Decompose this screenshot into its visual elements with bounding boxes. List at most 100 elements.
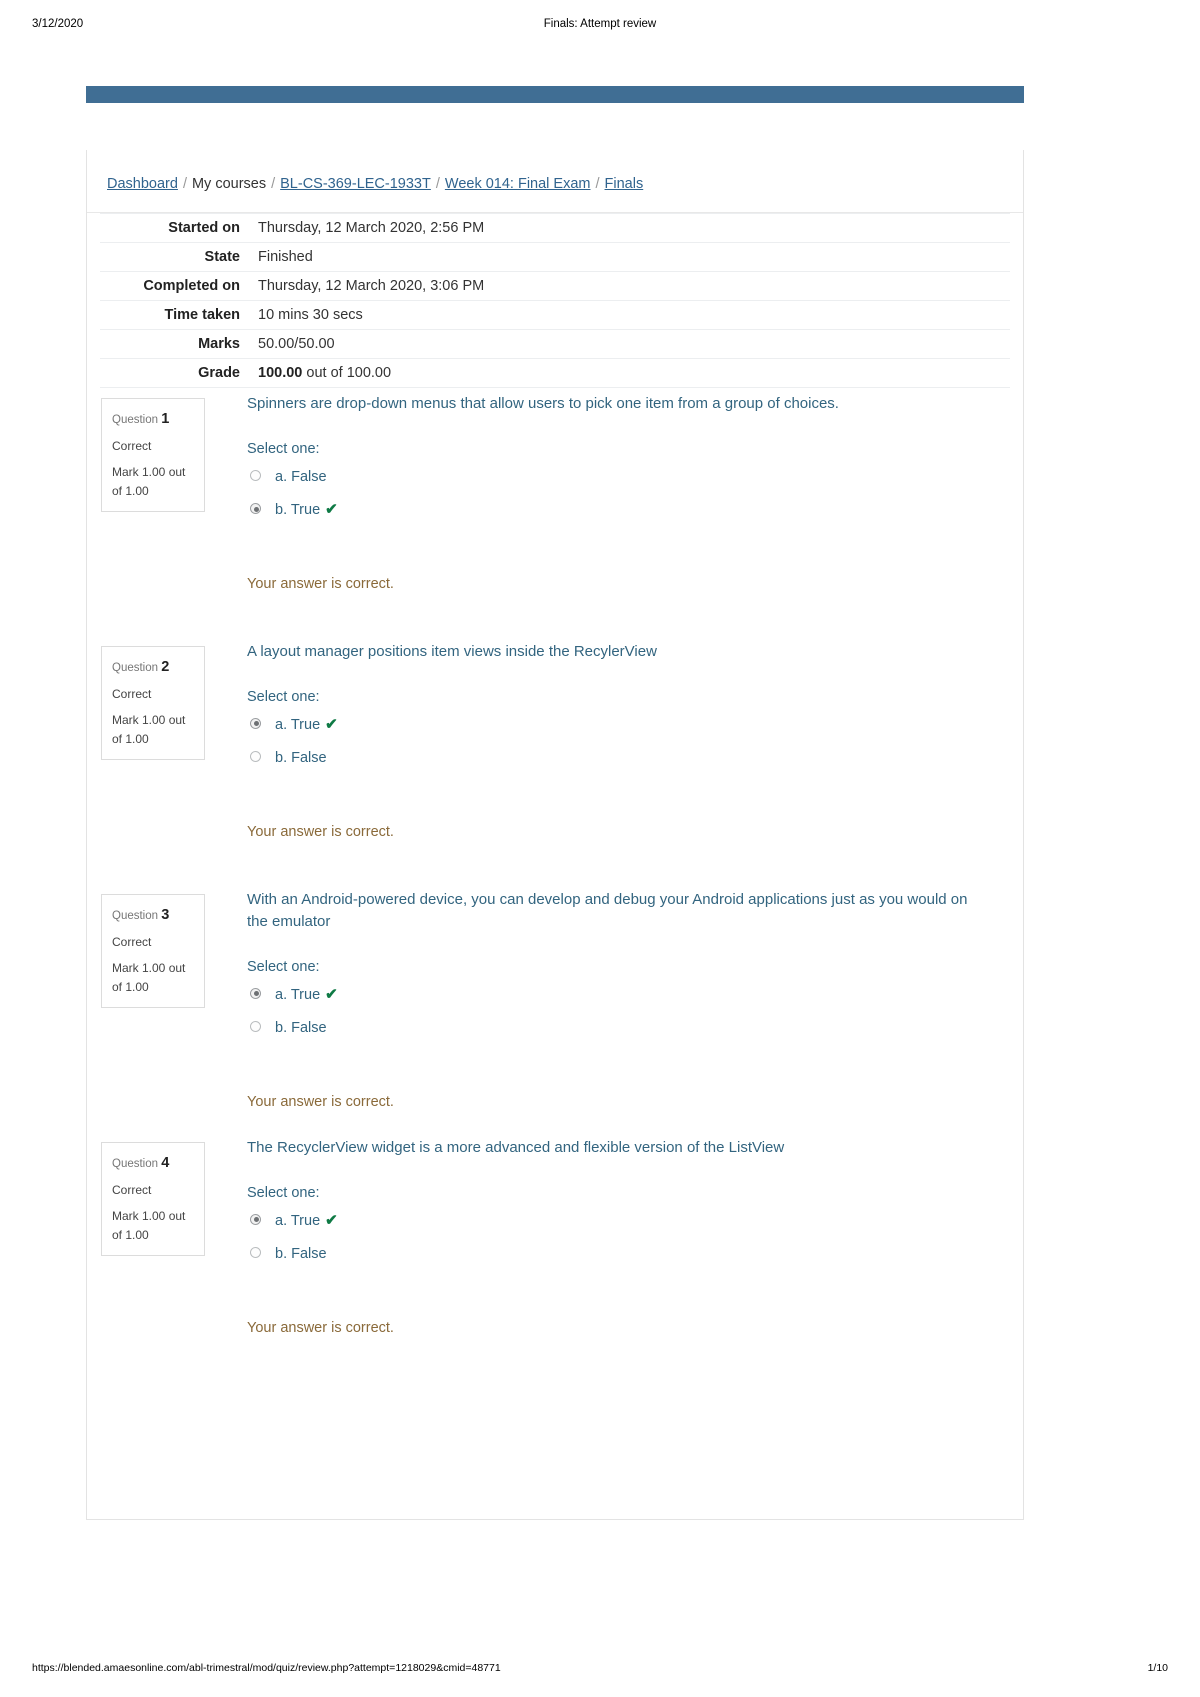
breadcrumb-separator: / [271,176,276,192]
breadcrumb-item-dashboard[interactable]: Dashboard [107,176,178,192]
question-number: 2 [161,659,170,675]
summary-row: State Finished [100,243,1010,272]
summary-row: Time taken 10 mins 30 secs [100,301,1010,330]
question-number: 4 [161,1155,170,1171]
radio-selected-icon[interactable] [250,717,261,729]
radio-unselected-icon[interactable] [250,1020,261,1032]
question-info-box: Question 4 Correct Mark 1.00 out of 1.00 [101,1142,205,1257]
grade-score: 100.00 [258,365,303,381]
question-feedback: Your answer is correct. [247,1320,394,1337]
breadcrumb-separator: / [182,176,187,192]
site-banner-bar [86,86,1024,103]
print-footer: https://blended.amaesonline.com/abl-trim… [0,1662,1200,1682]
breadcrumb-item-week-014-final-exam[interactable]: Week 014: Final Exam [445,176,591,192]
answer-label: b. False [275,750,327,767]
summary-value: Thursday, 12 March 2020, 2:56 PM [258,220,485,236]
radio-selected-icon[interactable] [250,987,261,999]
answer-option[interactable]: b. False [247,1018,987,1038]
select-one-label: Select one: [247,1184,320,1201]
radio-unselected-icon[interactable] [250,469,261,481]
answer-option[interactable]: b. False [247,748,987,768]
question-number-label: Question [112,662,159,674]
question-number: 1 [161,411,170,427]
answer-label: a. True [275,716,321,733]
question-text: A layout manager positions item views in… [247,643,657,660]
summary-row: Started on Thursday, 12 March 2020, 2:56 … [100,213,1010,243]
question-state: Correct [112,439,152,454]
answer-label: a. True [275,986,321,1003]
summary-value: Thursday, 12 March 2020, 3:06 PM [258,278,485,294]
print-header: 3/12/2020 Finals: Attempt review [0,18,1200,38]
question-mark: Mark 1.00 out of 1.00 [112,465,186,498]
question-number-line: Question 2 [112,656,194,678]
summary-label-grade: Grade [198,365,240,381]
answer-option[interactable]: b. True ✔ [247,500,987,520]
summary-label: Completed on [143,278,240,294]
print-header-title: Finals: Attempt review [543,18,657,30]
radio-unselected-icon[interactable] [250,1247,261,1259]
answer-option[interactable]: a. True ✔ [247,715,987,735]
page-card: Dashboard / My courses / BL-CS-369-LEC-1933T… [86,150,1024,1520]
answer-option[interactable]: b. False [247,1244,987,1264]
answer-label: a. False [275,468,327,485]
question-body: A layout manager positions item views in… [247,641,987,840]
question-state: Correct [112,1183,152,1198]
breadcrumb-separator: / [595,176,600,192]
answer-option[interactable]: a. True ✔ [247,985,987,1005]
print-footer-url: https://blended.amaesonline.com/abl-trim… [32,1662,501,1674]
summary-label: Time taken [164,307,241,323]
answer-option[interactable]: a. True ✔ [247,1211,987,1231]
answer-options: a. True ✔ b. False [247,1211,987,1265]
print-footer-page: 1/10 [1147,1662,1168,1674]
question-mark: Mark 1.00 out of 1.00 [112,713,186,746]
breadcrumb-item-bl-cs-369-lec-1933t[interactable]: BL-CS-369-LEC-1933T [280,176,431,192]
question-number-line: Question 1 [112,408,194,430]
question-feedback: Your answer is correct. [247,824,394,841]
select-one-label: Select one: [247,688,320,705]
question-block: Question 4 Correct Mark 1.00 out of 1.00 Th… [100,1132,1010,1380]
question-info-box: Question 2 Correct Mark 1.00 out of 1.00 [101,646,205,761]
question-number-label: Question [112,1158,159,1170]
breadcrumb: Dashboard / My courses / BL-CS-369-LEC-1933T… [87,150,1023,213]
question-text: With an Android-powered device, you can … [247,891,968,930]
answer-label: b. False [275,1246,327,1263]
summary-label: State [204,249,240,265]
question-number-line: Question 3 [112,904,194,926]
question-number: 3 [161,907,170,923]
answer-options: a. True ✔ b. False [247,715,987,769]
correct-check-icon: ✔ [325,715,338,733]
question-number-line: Question 4 [112,1152,194,1174]
radio-selected-icon[interactable] [250,503,261,515]
breadcrumb-separator: / [435,176,440,192]
summary-value: Finished [258,249,313,265]
attempt-summary-table: Started on Thursday, 12 March 2020, 2:56 … [100,213,1010,388]
radio-unselected-icon[interactable] [250,751,261,763]
question-mark: Mark 1.00 out of 1.00 [112,961,186,994]
question-body: Spinners are drop-down menus that allow … [247,393,987,592]
question-feedback: Your answer is correct. [247,1094,394,1111]
summary-row-grade: Grade 100.00 out of 100.00 [100,359,1010,388]
question-info-box: Question 3 Correct Mark 1.00 out of 1.00 [101,894,205,1009]
question-block: Question 3 Correct Mark 1.00 out of 1.00 Wi… [100,884,1010,1132]
question-info-box: Question 1 Correct Mark 1.00 out of 1.00 [101,398,205,513]
correct-check-icon: ✔ [325,985,338,1003]
question-body: The RecyclerView widget is a more advanc… [247,1137,987,1336]
questions-container: Question 1 Correct Mark 1.00 out of 1.00 Sp… [87,388,1023,1380]
correct-check-icon: ✔ [325,501,338,519]
question-text: The RecyclerView widget is a more advanc… [247,1139,785,1156]
summary-value: 10 mins 30 secs [258,307,363,323]
radio-selected-icon[interactable] [250,1213,261,1225]
breadcrumb-item-finals[interactable]: Finals [605,176,644,192]
summary-value: 50.00/50.00 [258,336,335,352]
answer-option[interactable]: a. False [247,467,987,487]
summary-label: Marks [198,336,240,352]
question-feedback: Your answer is correct. [247,576,394,593]
question-number-label: Question [112,414,159,426]
question-block: Question 2 Correct Mark 1.00 out of 1.00 A … [100,636,1010,884]
answer-label: a. True [275,1212,321,1229]
question-body: With an Android-powered device, you can … [247,889,987,1110]
question-number-label: Question [112,910,159,922]
breadcrumb-item-my-courses: My courses [191,176,267,192]
summary-row: Marks 50.00/50.00 [100,330,1010,359]
question-text: Spinners are drop-down menus that allow … [247,395,839,412]
